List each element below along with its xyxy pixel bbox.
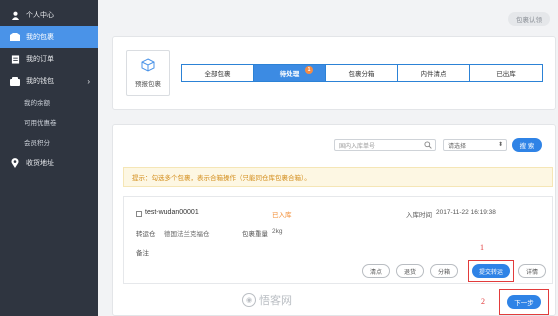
annotation-number-1: 1	[480, 243, 484, 252]
sidebar-item-label: 我的钱包	[26, 78, 54, 85]
watermark-text: 悟客网	[259, 295, 292, 307]
tab-pending[interactable]: 待处理 1	[254, 65, 326, 81]
submit-forwarding-button[interactable]: 提交转运	[472, 264, 510, 278]
package-checkbox[interactable]	[136, 211, 142, 217]
search-button[interactable]: 搜 索	[512, 138, 542, 152]
sidebar-sub-coupons[interactable]: 可用优惠卷	[0, 112, 98, 132]
sidebar-item-address[interactable]: 收货地址	[0, 152, 98, 174]
split-button[interactable]: 分箱	[430, 264, 458, 278]
filter-select[interactable]: 请选择 ⬍	[443, 139, 507, 151]
sidebar-item-my-wallet[interactable]: 我的钱包 ›	[0, 70, 98, 92]
warehouse-label: 转运仓	[136, 231, 156, 238]
tracking-number-search-input[interactable]: 国内入库单号	[334, 139, 436, 151]
in-time-label: 入库时间	[406, 212, 432, 219]
box-icon	[141, 58, 155, 74]
sidebar-sub-points[interactable]: 会员积分	[0, 132, 98, 152]
select-value: 请选择	[448, 143, 467, 150]
package-status: 已入库	[272, 212, 292, 219]
chevron-down-icon: ⬍	[497, 142, 503, 148]
location-icon	[10, 158, 20, 168]
preview-package-label: 预报包裹	[135, 81, 161, 88]
user-icon	[10, 10, 20, 20]
sidebar: 个人中心 我的包裹 我的订单 我的钱包 › 我的余额 可用优惠卷 会员积分 收货…	[0, 0, 98, 316]
package-row: test-wudan00001 已入库 入库时间 2017-11-22 16:1…	[123, 196, 553, 284]
weight-value: 2kg	[272, 228, 283, 235]
in-time-value: 2017-11-22 16:19:38	[436, 209, 496, 216]
sidebar-item-label: 个人中心	[26, 12, 54, 19]
pending-count-badge: 1	[305, 66, 313, 74]
package-claim-button[interactable]: 包裹认领	[508, 12, 550, 26]
annotation-number-2: 2	[481, 297, 485, 306]
preview-package-button[interactable]: 预报包裹	[126, 50, 170, 96]
tab-label: 内件清点	[420, 71, 447, 78]
sidebar-item-personal-center[interactable]: 个人中心	[0, 4, 98, 26]
note-label: 备注	[136, 250, 149, 257]
tab-label: 全部包裹	[204, 71, 231, 78]
tab-label: 包裹分箱	[348, 71, 375, 78]
status-tabs: 全部包裹 待处理 1 包裹分箱 内件清点 已出库	[181, 64, 543, 82]
sidebar-item-label: 我的订单	[26, 56, 54, 63]
wallet-icon	[10, 76, 20, 86]
return-button[interactable]: 退货	[396, 264, 424, 278]
package-id: test-wudan00001	[145, 209, 199, 216]
sidebar-item-my-orders[interactable]: 我的订单	[0, 48, 98, 70]
tab-label: 待处理	[279, 71, 300, 78]
weight-label: 包裹重量	[242, 231, 268, 238]
tab-inventory-check[interactable]: 内件清点	[398, 65, 470, 81]
detail-button[interactable]: 详情	[518, 264, 546, 278]
chevron-right-icon: ›	[87, 76, 90, 86]
next-step-button[interactable]: 下一步	[507, 295, 541, 309]
sidebar-item-label: 我的包裹	[26, 34, 54, 41]
merge-hint-banner: 提示：勾选多个包裹，表示合箱操作（只能同仓库包裹合箱）。	[123, 167, 553, 187]
watermark-logo-icon: ◉	[242, 293, 256, 307]
package-list-card: 国内入库单号 请选择 ⬍ 搜 索 提示：勾选多个包裹，表示合箱操作（只能同仓库包…	[112, 124, 556, 316]
package-icon	[10, 32, 20, 42]
watermark: ◉ 悟客网	[242, 292, 292, 308]
tab-label: 已出库	[496, 71, 516, 78]
search-icon	[424, 141, 432, 151]
warehouse-value: 德国法兰克福仓	[164, 231, 210, 238]
sidebar-sub-balance[interactable]: 我的余额	[0, 92, 98, 112]
tab-shipped[interactable]: 已出库	[470, 65, 542, 81]
order-icon	[10, 54, 20, 64]
search-placeholder: 国内入库单号	[339, 143, 376, 150]
package-tabs-card: 预报包裹 全部包裹 待处理 1 包裹分箱 内件清点 已出库	[112, 36, 556, 110]
tab-all-packages[interactable]: 全部包裹	[182, 65, 254, 81]
sidebar-item-label: 收货地址	[26, 160, 54, 167]
tab-package-split[interactable]: 包裹分箱	[326, 65, 398, 81]
clear-button[interactable]: 清点	[362, 264, 390, 278]
sidebar-item-my-packages[interactable]: 我的包裹	[0, 26, 98, 48]
